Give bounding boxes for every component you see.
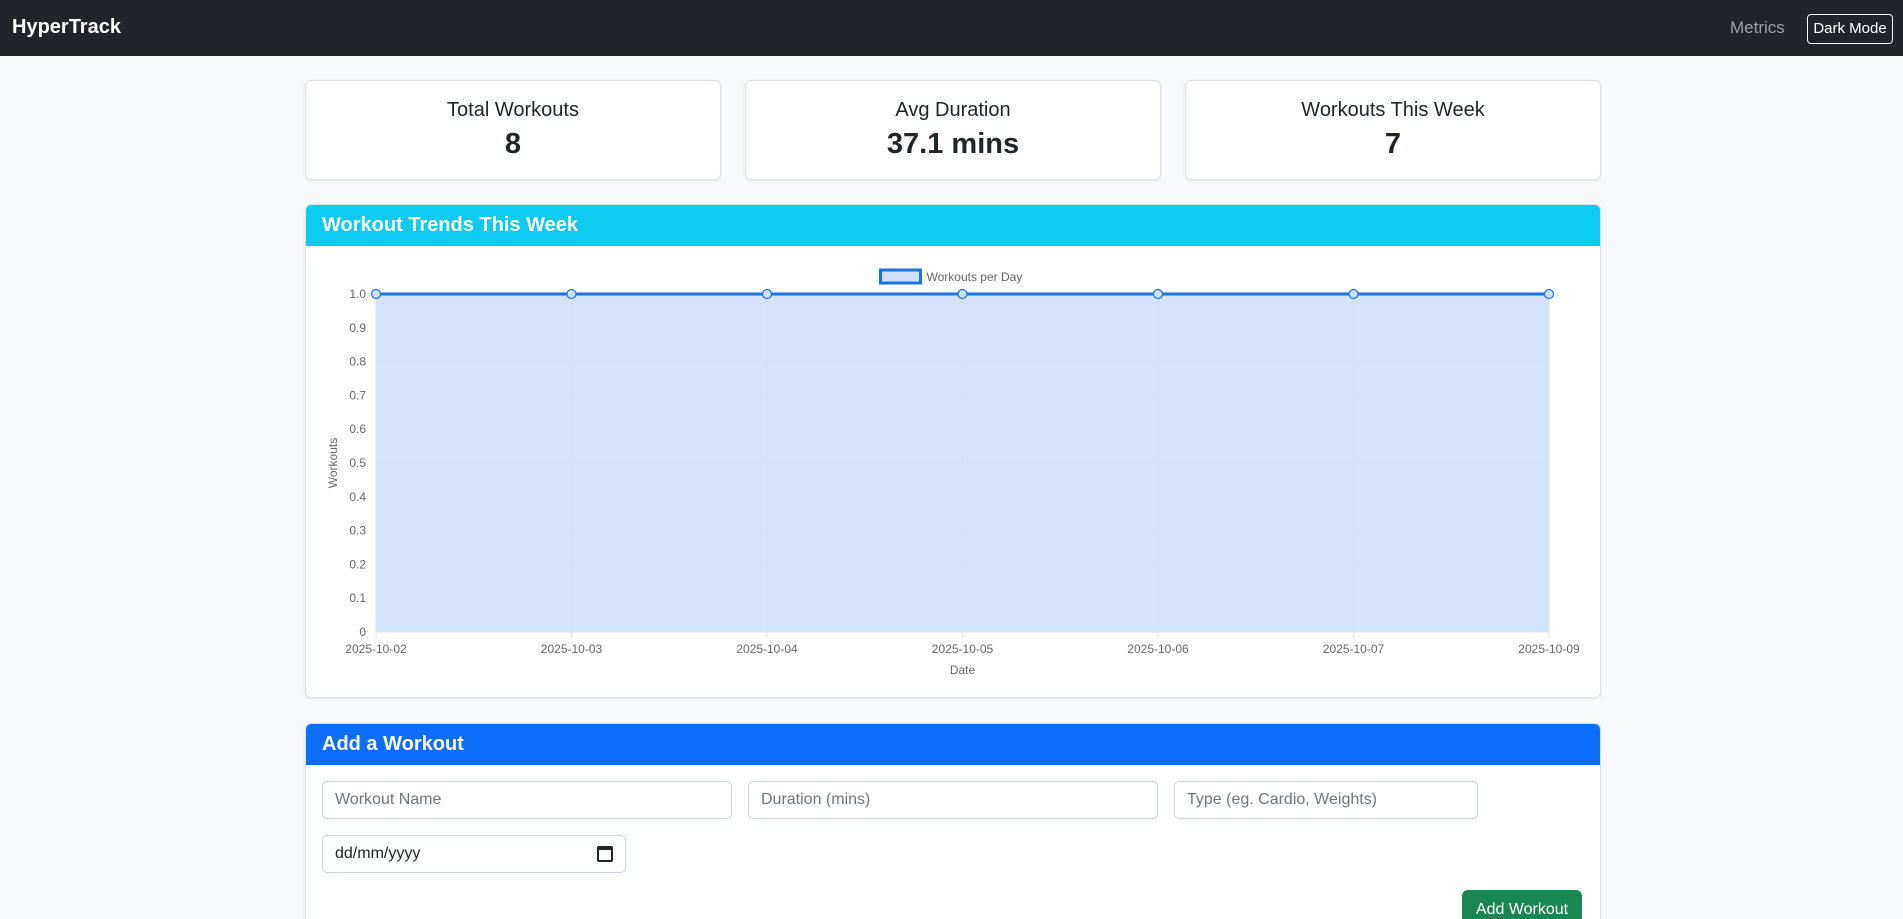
dark-mode-button[interactable]: Dark Mode (1807, 14, 1893, 44)
stat-value: 37.1 mins (886, 128, 1020, 160)
y-tick-label: 0.8 (349, 355, 366, 369)
y-tick-label: 1.0 (349, 287, 366, 301)
y-tick-label: 0.1 (349, 591, 366, 605)
x-tick-label: 2025-10-09 (1518, 642, 1580, 656)
data-point (957, 288, 968, 300)
x-tick-label: 2025-10-05 (932, 642, 994, 656)
y-tick-label: 0.9 (349, 321, 366, 335)
y-tick-label: 0.3 (349, 524, 366, 538)
workout-name-input[interactable]: Workout Name (322, 781, 732, 819)
legend-label: Workouts per Day (927, 270, 1023, 284)
y-tick-label: 0.4 (349, 490, 366, 504)
y-tick-label: 0.2 (349, 557, 366, 571)
stat-card-workouts-this-week: Workouts This Week 7 (1185, 80, 1601, 180)
stat-card-total-workouts: Total Workouts 8 (305, 80, 721, 180)
workout-trends-chart: 0 0.1 0.2 0.3 0.4 0.5 0.6 0.7 0.8 0.9 1.0 2025-10-0… (326, 268, 1580, 677)
add-workout-button[interactable]: Add Workout (1462, 890, 1582, 919)
stat-value: 7 (1384, 128, 1402, 160)
y-tick-label: 0.5 (349, 456, 366, 470)
workout-trends-card: Workout Trends This Week 0 0.1 0.2 0.3 0.4 0.… (305, 204, 1601, 698)
data-point (761, 288, 773, 300)
series-area-fill (376, 294, 1549, 632)
data-point (1152, 288, 1164, 300)
x-tick-label: 2025-10-06 (1127, 642, 1189, 656)
brand-logo[interactable]: HyperTrack (12, 16, 121, 39)
legend-swatch (879, 268, 922, 285)
x-tick-label: 2025-10-03 (541, 642, 603, 656)
add-workout-card: Add a Workout Workout Name Duration (min… (305, 723, 1601, 919)
duration-input[interactable]: Duration (mins) (748, 781, 1158, 819)
stat-title: Total Workouts (447, 99, 579, 121)
type-input[interactable]: Type (eg. Cardio, Weights) (1174, 781, 1478, 819)
x-tick-label: 2025-10-02 (345, 642, 407, 656)
data-point (566, 288, 577, 300)
stat-title: Avg Duration (895, 99, 1011, 121)
date-placeholder: dd/mm/yyyy (335, 845, 421, 862)
x-axis-title: Date (950, 663, 976, 677)
x-tick-label: 2025-10-07 (1323, 642, 1385, 656)
trends-header: Workout Trends This Week (306, 205, 1600, 246)
y-axis-title: Workouts (326, 438, 340, 488)
y-tick-label: 0.6 (349, 422, 366, 436)
x-tick-label: 2025-10-04 (736, 642, 798, 656)
calendar-icon[interactable] (597, 846, 613, 862)
add-workout-header: Add a Workout (306, 724, 1600, 765)
data-point (370, 288, 382, 300)
y-tick-label: 0 (359, 625, 366, 639)
date-input[interactable]: dd/mm/yyyy (322, 835, 626, 873)
data-point (1348, 288, 1359, 300)
navbar: HyperTrack Metrics Dark Mode (0, 0, 1903, 56)
data-point (1543, 288, 1555, 300)
stat-title: Workouts This Week (1301, 99, 1485, 121)
stat-card-avg-duration: Avg Duration 37.1 mins (745, 80, 1161, 180)
y-tick-label: 0.7 (349, 388, 366, 402)
nav-link-metrics[interactable]: Metrics (1730, 18, 1785, 38)
stat-value: 8 (504, 128, 522, 160)
